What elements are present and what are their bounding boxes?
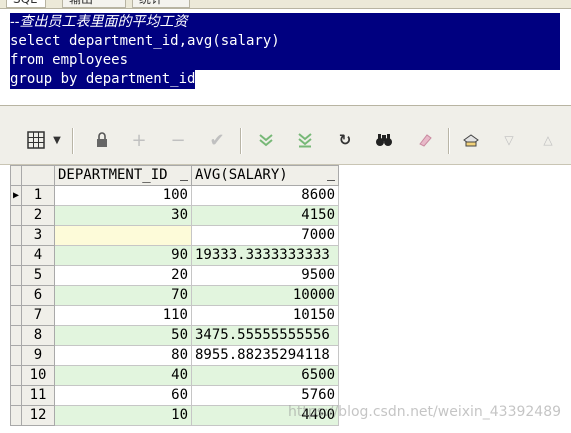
row-number[interactable]: 3 [21,225,55,246]
row-number[interactable]: 1 [21,185,55,206]
export-icon[interactable] [459,128,483,152]
remove-icon[interactable]: − [166,128,190,152]
cell-department-id[interactable]: 30 [54,205,192,226]
row-indicator [10,325,22,346]
row-number[interactable]: 4 [21,245,55,266]
editor-line-from: from employees [10,51,129,70]
dropdown-icon[interactable]: ▼ [50,128,64,152]
cell-department-id[interactable]: 70 [54,285,192,306]
table-row[interactable]: 6 70 10000 [10,285,339,306]
fetch-all-icon[interactable] [293,128,317,152]
row-indicator [10,225,22,246]
column-header-label: DEPARTMENT_ID [58,167,168,183]
row-indicator [10,285,22,306]
table-row[interactable]: 10 40 6500 [10,365,339,386]
cell-department-id[interactable]: 20 [54,265,192,286]
table-row[interactable]: 2 30 4150 [10,205,339,226]
row-indicator [10,345,22,366]
row-number[interactable]: 12 [21,405,55,426]
editor-line-select: select department_id,avg(salary) [10,32,280,51]
lock-icon[interactable] [90,128,114,152]
check-icon[interactable]: ✔ [205,128,229,152]
table-row[interactable]: 9 80 8955.88235294118 [10,345,339,366]
watermark: https://blog.csdn.net/weixin_43392489 [288,404,562,420]
row-indicator [10,385,22,406]
find-icon[interactable] [372,128,396,152]
grid-header-row: DEPARTMENT_ID AVG(SALARY) [10,165,339,186]
cell-avg-salary[interactable]: 8600 [191,185,339,206]
row-number[interactable]: 8 [21,325,55,346]
row-indicator [10,305,22,326]
cell-department-id[interactable]: 110 [54,305,192,326]
row-indicator [10,405,22,426]
column-header-avg-salary[interactable]: AVG(SALARY) [191,165,339,186]
toolbar-separator [72,128,74,154]
cell-department-id[interactable]: 40 [54,365,192,386]
cell-department-id[interactable] [54,225,192,246]
cell-avg-salary[interactable]: 5760 [191,385,339,406]
cell-avg-salary[interactable]: 10150 [191,305,339,326]
sort-indicator[interactable] [180,180,188,181]
cell-avg-salary[interactable]: 4150 [191,205,339,226]
column-header-department-id[interactable]: DEPARTMENT_ID [54,165,192,186]
table-row[interactable]: 7 110 10150 [10,305,339,326]
cell-department-id[interactable]: 10 [54,405,192,426]
tab-strip: SQL 输出 统计 [0,0,571,9]
tab-output[interactable]: 输出 [62,0,126,8]
indicator-header [10,165,22,186]
row-number[interactable]: 11 [21,385,55,406]
cell-department-id[interactable]: 100 [54,185,192,206]
cell-department-id[interactable]: 50 [54,325,192,346]
cell-avg-salary[interactable]: 3475.55555555556 [191,325,339,346]
row-indicator [10,245,22,266]
cell-avg-salary[interactable]: 10000 [191,285,339,306]
sort-indicator[interactable] [327,180,335,181]
row-number-header [21,165,55,186]
current-row-indicator-icon: ▶ [10,185,22,206]
result-toolbar: ▼ + − ✔ ↻ ▽ △ [0,116,571,165]
row-number[interactable]: 10 [21,365,55,386]
row-indicator [10,265,22,286]
editor-line-group-by: group by department_id [10,70,196,89]
filter-up-icon[interactable]: △ [536,128,560,152]
result-grid: DEPARTMENT_ID AVG(SALARY) ▶ 1 100 8600 2 30 41… [10,165,339,426]
editor-line-comment: --查出员工表里面的平均工资 [10,13,188,32]
table-row[interactable]: 5 20 9500 [10,265,339,286]
cell-avg-salary[interactable]: 7000 [191,225,339,246]
table-row[interactable]: 11 60 5760 [10,385,339,406]
row-indicator [10,365,22,386]
row-indicator [10,205,22,226]
table-row[interactable]: 8 50 3475.55555555556 [10,325,339,346]
toolbar-separator [240,128,242,154]
cell-department-id[interactable]: 60 [54,385,192,406]
grid-view-icon[interactable] [24,128,48,152]
filter-down-icon[interactable]: ▽ [497,128,521,152]
editor-splitter[interactable] [0,105,571,116]
row-number[interactable]: 5 [21,265,55,286]
cell-department-id[interactable]: 80 [54,345,192,366]
column-header-label: AVG(SALARY) [195,167,288,183]
cell-department-id[interactable]: 90 [54,245,192,266]
cell-avg-salary[interactable]: 9500 [191,265,339,286]
toolbar-separator [448,128,450,154]
tab-sql[interactable]: SQL [6,0,46,8]
fetch-next-icon[interactable] [254,128,278,152]
add-icon[interactable]: + [127,128,151,152]
row-number[interactable]: 7 [21,305,55,326]
refresh-icon[interactable]: ↻ [333,128,357,152]
table-row[interactable]: ▶ 1 100 8600 [10,185,339,206]
cell-avg-salary[interactable]: 6500 [191,365,339,386]
tab-statistics[interactable]: 统计 [132,0,190,8]
cell-avg-salary[interactable]: 8955.88235294118 [191,345,339,366]
row-number[interactable]: 6 [21,285,55,306]
cell-avg-salary[interactable]: 19333.3333333333 [191,245,339,266]
table-row[interactable]: 4 90 19333.3333333333 [10,245,339,266]
sql-editor[interactable]: --查出员工表里面的平均工资 select department_id,avg(… [0,9,571,105]
table-row[interactable]: 3 7000 [10,225,339,246]
clear-icon[interactable] [413,128,437,152]
row-number[interactable]: 2 [21,205,55,226]
row-number[interactable]: 9 [21,345,55,366]
